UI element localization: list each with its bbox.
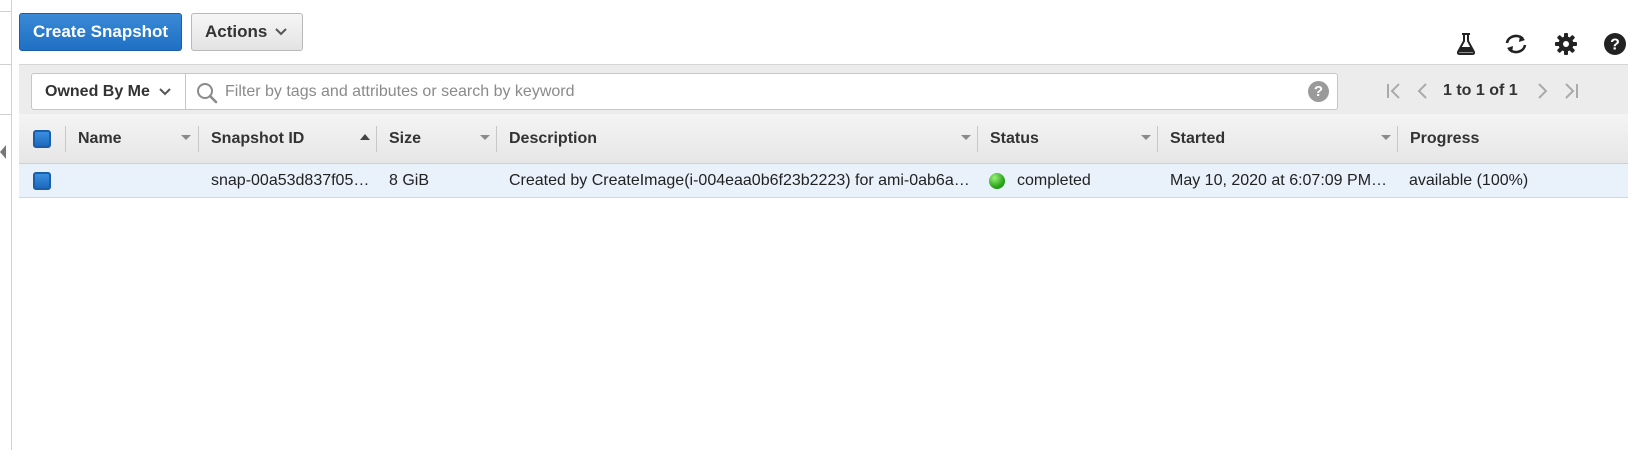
sort-down-icon[interactable] — [1381, 135, 1391, 140]
filter-bar: Owned By Me ? 1 to 1 of 1 — [19, 64, 1628, 115]
column-header-label: Name — [78, 129, 122, 147]
chevron-down-icon — [275, 28, 288, 36]
next-page-icon[interactable] — [1532, 80, 1554, 102]
pagination-summary: 1 to 1 of 1 — [1443, 82, 1518, 99]
row-select-checkbox[interactable] — [33, 172, 51, 190]
status-text: completed — [1017, 171, 1091, 189]
table-row[interactable]: snap-00a53d837f05… 8 GiB Created by Crea… — [19, 164, 1628, 198]
owner-filter-value: Owned By Me — [45, 82, 150, 100]
column-header-started[interactable]: Started — [1157, 114, 1397, 163]
cell-progress: available (100%) — [1409, 171, 1529, 189]
column-header-label: Size — [389, 129, 422, 147]
column-header-label: Started — [1170, 129, 1226, 147]
help-icon[interactable]: ? — [1603, 32, 1627, 56]
create-snapshot-label: Create Snapshot — [33, 22, 169, 41]
search-icon — [197, 83, 218, 104]
cell-started: May 10, 2020 at 6:07:09 PM… — [1170, 171, 1388, 189]
cell-snapshot-id: snap-00a53d837f05… — [211, 171, 369, 189]
cell-description: Created by CreateImage(i-004eaa0b6f23b22… — [509, 171, 970, 189]
actions-dropdown-button[interactable]: Actions — [191, 13, 303, 51]
column-header-status[interactable]: Status — [977, 114, 1157, 163]
column-header-name[interactable]: Name — [65, 114, 198, 163]
column-header-size[interactable]: Size — [376, 114, 496, 163]
column-header-label: Description — [509, 129, 598, 147]
cell-status: completed — [989, 164, 1149, 197]
sort-down-icon[interactable] — [961, 135, 971, 140]
pagination: 1 to 1 of 1 — [1383, 79, 1582, 103]
select-all-checkbox[interactable] — [33, 130, 51, 148]
create-snapshot-button[interactable]: Create Snapshot — [19, 13, 183, 51]
status-completed-icon — [989, 172, 1005, 189]
owner-filter-select[interactable]: Owned By Me — [31, 73, 186, 110]
cell-size: 8 GiB — [389, 171, 430, 189]
column-header-progress[interactable]: Progress — [1397, 114, 1628, 163]
column-header-label: Progress — [1410, 129, 1480, 147]
flask-icon[interactable] — [1454, 32, 1478, 56]
sort-down-icon[interactable] — [181, 135, 191, 140]
table-header: Name Snapshot ID Size Description Status… — [19, 114, 1628, 164]
search-help-glyph: ? — [1313, 83, 1324, 100]
column-header-snapshot-id[interactable]: Snapshot ID — [198, 114, 376, 163]
sort-ascending-icon[interactable] — [360, 134, 370, 140]
search-box: ? — [186, 73, 1338, 110]
rail-divider — [0, 11, 11, 12]
previous-page-icon[interactable] — [1411, 80, 1433, 102]
first-page-icon[interactable] — [1383, 80, 1405, 102]
sort-down-icon[interactable] — [1141, 135, 1151, 140]
actions-label: Actions — [205, 22, 268, 41]
search-input[interactable] — [225, 74, 1285, 109]
search-help-icon[interactable]: ? — [1308, 81, 1329, 102]
left-nav-rail — [0, 0, 12, 450]
chevron-down-icon — [159, 87, 171, 95]
rail-divider — [0, 64, 11, 65]
collapse-nav-arrow-icon[interactable] — [0, 145, 6, 159]
column-header-label: Status — [990, 129, 1039, 147]
sort-down-icon[interactable] — [480, 135, 490, 140]
last-page-icon[interactable] — [1560, 80, 1582, 102]
column-header-label: Snapshot ID — [211, 129, 305, 147]
gear-icon[interactable] — [1554, 32, 1578, 56]
cell-name — [78, 164, 193, 197]
svg-text:?: ? — [1610, 37, 1620, 54]
refresh-icon[interactable] — [1503, 32, 1527, 56]
column-header-description[interactable]: Description — [496, 114, 977, 163]
rail-divider — [0, 114, 11, 115]
